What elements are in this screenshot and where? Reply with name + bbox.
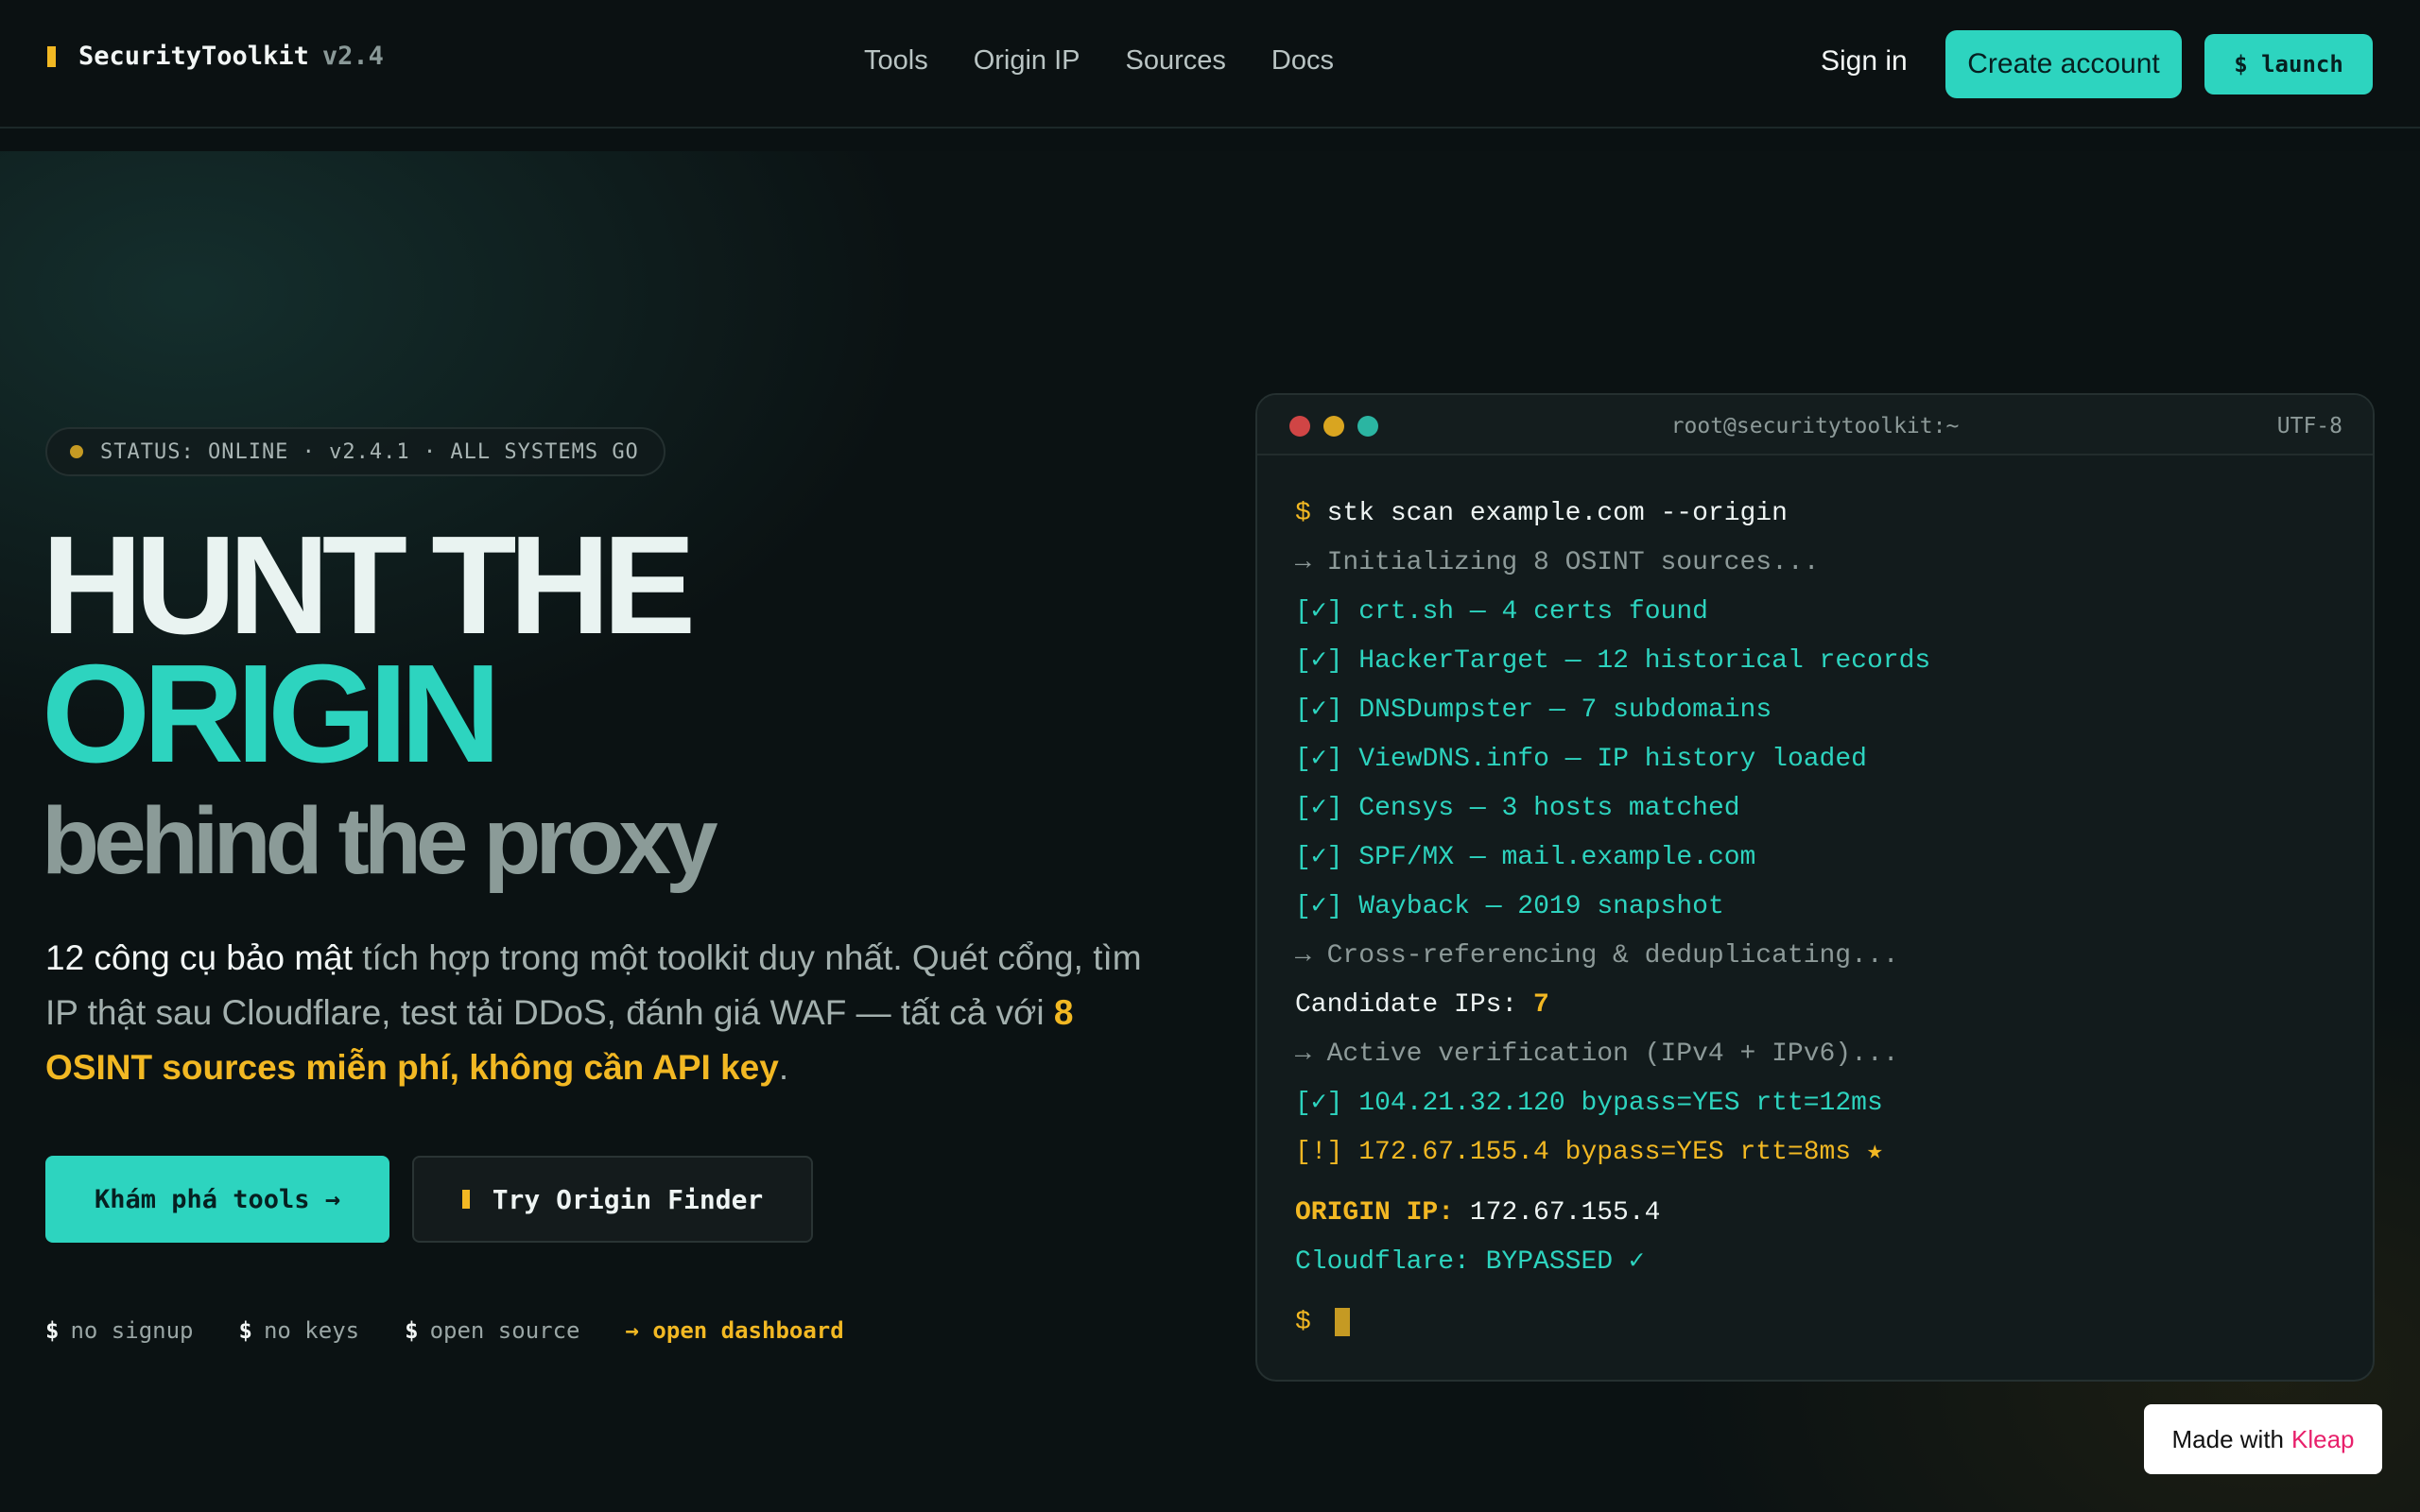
try-origin-finder-button[interactable]: Try Origin Finder — [412, 1156, 813, 1243]
try-origin-finder-label: Try Origin Finder — [492, 1183, 764, 1215]
logo-mark-icon — [47, 45, 56, 67]
logo[interactable]: SecurityToolkit v2.4 — [47, 42, 384, 71]
made-with-label: Made with — [2171, 1424, 2285, 1453]
terminal-encoding: UTF-8 — [2276, 414, 2342, 438]
candidate-count: 7 — [1533, 990, 1549, 1020]
terminal-source-line: [✓] Censys — 3 hosts matched — [1295, 794, 1740, 823]
tag-no-signup: $ no signup — [45, 1317, 194, 1344]
terminal-source-line: [✓] Wayback — 2019 snapshot — [1295, 892, 1724, 921]
explore-tools-button[interactable]: Khám phá tools → — [45, 1156, 389, 1243]
terminal-line: → Active verification (IPv4 + IPv6)... — [1295, 1040, 1899, 1069]
terminal-source-line: [✓] ViewDNS.info — IP history loaded — [1295, 745, 1867, 774]
status-badge: STATUS: ONLINE · v2.4.1 · ALL SYSTEMS GO — [45, 427, 666, 476]
open-dashboard-link[interactable]: → open dashboard — [626, 1317, 844, 1344]
launch-button[interactable]: $ launch — [2204, 34, 2373, 94]
terminal-cloudflare-line: Cloudflare: BYPASSED ✓ — [1295, 1247, 1645, 1277]
hero-description: 12 công cụ bảo mật tích hợp trong một to… — [45, 931, 1170, 1095]
terminal-line: → Initializing 8 OSINT sources... — [1295, 548, 1820, 577]
create-account-button[interactable]: Create account — [1945, 30, 2182, 98]
brand-name: SecurityToolkit — [78, 42, 309, 71]
terminal-prompt-line[interactable]: $ — [1295, 1298, 1930, 1348]
nav-link-tools[interactable]: Tools — [864, 45, 928, 77]
terminal-titlebar: root@securitytoolkit:~ UTF-8 — [1257, 395, 2373, 455]
origin-mark-icon — [461, 1190, 470, 1209]
headline-line-2: ORIGIN — [42, 636, 501, 792]
made-with-badge[interactable]: Made with Kleap — [2144, 1404, 2382, 1474]
terminal-output: $ stk scan example.com --origin → Initia… — [1295, 490, 1930, 1348]
status-text: STATUS: ONLINE · v2.4.1 · ALL SYSTEMS GO — [100, 439, 639, 464]
terminal-origin-line: ORIGIN IP: 172.67.155.4 — [1295, 1198, 1661, 1228]
cursor-icon — [1334, 1307, 1350, 1336]
terminal-source-line: [✓] SPF/MX — mail.example.com — [1295, 843, 1756, 872]
sign-in-link[interactable]: Sign in — [1821, 45, 1908, 77]
nav-link-docs[interactable]: Docs — [1271, 45, 1334, 77]
top-navbar: SecurityToolkit v2.4 Tools Origin IP Sou… — [0, 0, 2420, 129]
terminal-source-line: [✓] DNSDumpster — 7 subdomains — [1295, 696, 1772, 725]
terminal-source-line: [✓] HackerTarget — 12 historical records — [1295, 646, 1931, 676]
terminal-command: stk scan example.com --origin — [1326, 499, 1788, 528]
terminal-source-line: [✓] crt.sh — 4 certs found — [1295, 597, 1708, 627]
terminal-verify-warn-line: [!] 172.67.155.4 bypass=YES rtt=8ms ★ — [1295, 1138, 1883, 1167]
feature-tags: $ no signup $ no keys $ open source → open … — [45, 1317, 890, 1344]
made-with-brand: Kleap — [2291, 1424, 2355, 1453]
tag-no-keys: $ no keys — [238, 1317, 360, 1344]
terminal-verify-ok-line: [✓] 104.21.32.120 bypass=YES rtt=12ms — [1295, 1089, 1883, 1118]
status-dot-icon — [70, 445, 83, 458]
terminal-title: root@securitytoolkit:~ — [1670, 414, 1960, 438]
terminal-line: → Cross-referencing & deduplicating... — [1295, 941, 1899, 971]
nav-links: Tools Origin IP Sources Docs — [864, 45, 1334, 77]
tag-open-source: $ open source — [405, 1317, 580, 1344]
terminal-candidates-line: Candidate IPs: 7 — [1295, 990, 1549, 1020]
nav-link-origin-ip[interactable]: Origin IP — [974, 45, 1080, 77]
desc-strong: 12 công cụ bảo mật — [45, 938, 353, 977]
desc-end: . — [778, 1048, 789, 1087]
terminal-command-line: $ stk scan example.com --origin — [1295, 499, 1788, 528]
terminal-window: root@securitytoolkit:~ UTF-8 $ stk scan … — [1255, 393, 2375, 1382]
brand-version: v2.4 — [321, 42, 384, 71]
nav-link-sources[interactable]: Sources — [1126, 45, 1226, 77]
headline-line-3: behind the proxy — [42, 788, 718, 894]
